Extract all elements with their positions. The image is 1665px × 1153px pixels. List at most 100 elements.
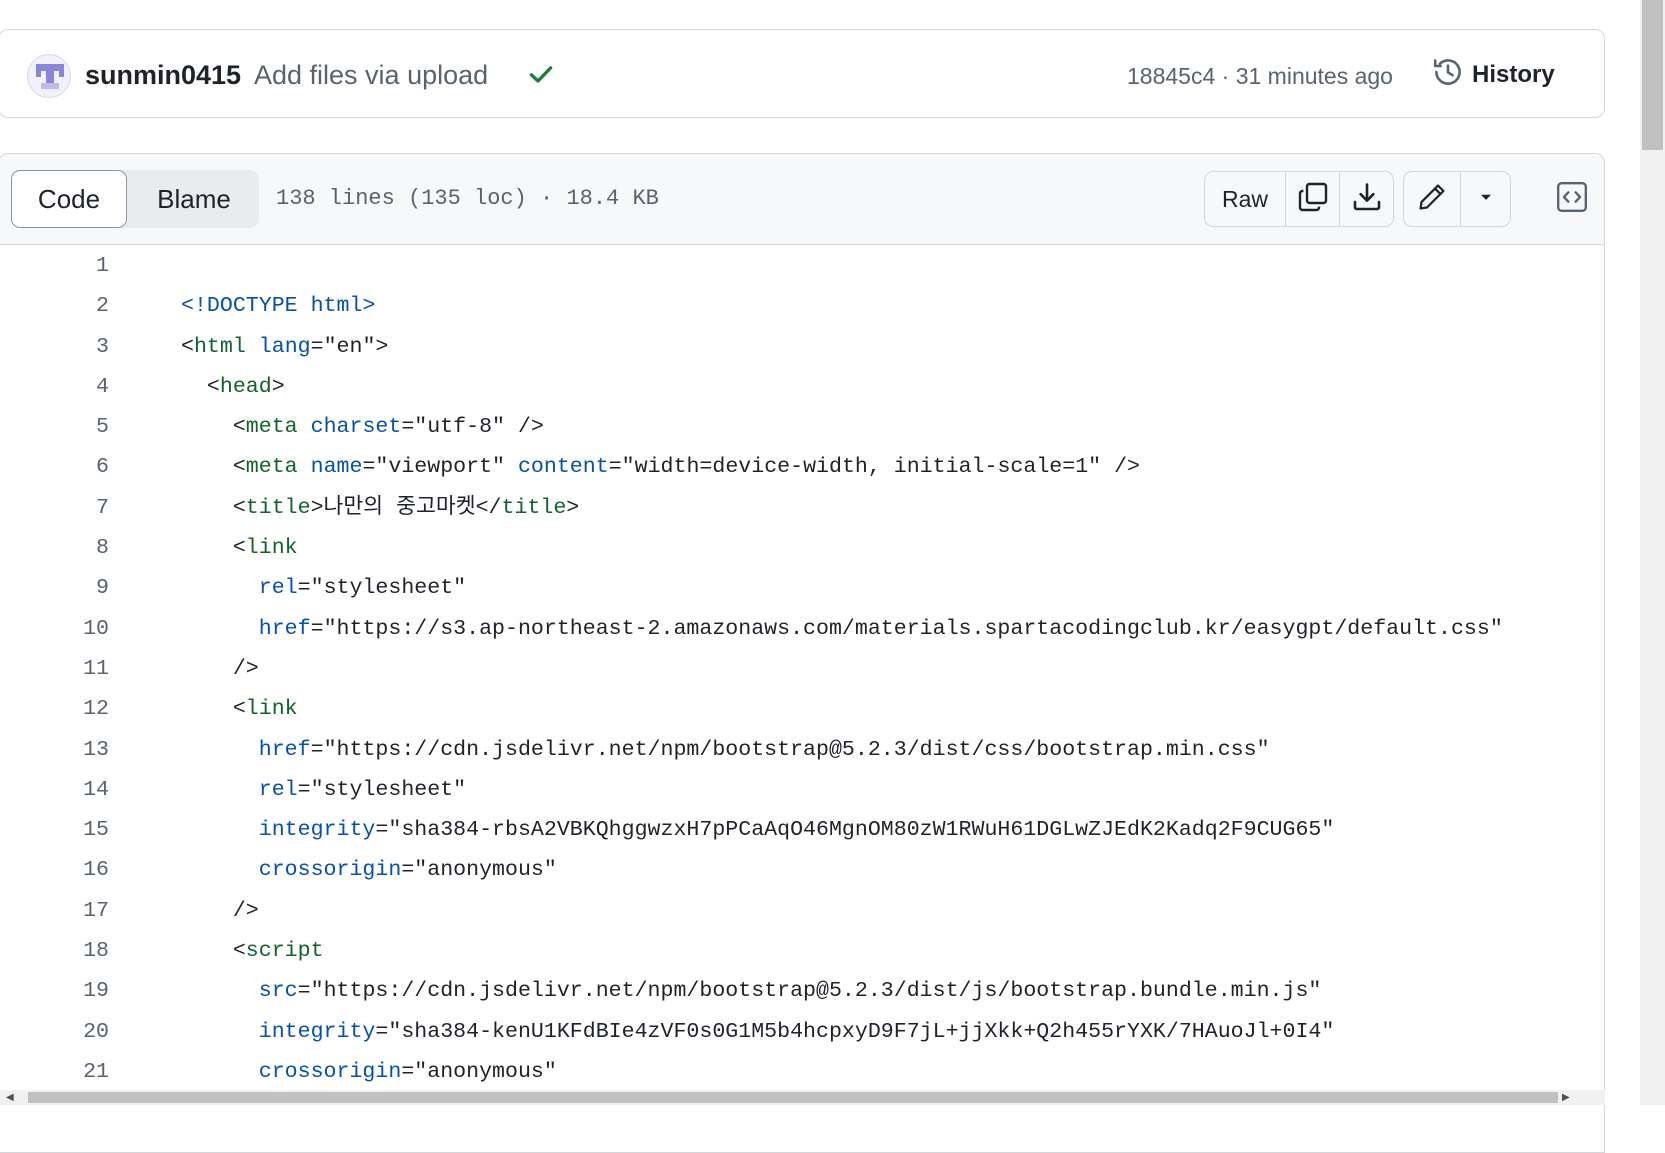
code-token: < (181, 455, 246, 480)
code-token: /> (181, 898, 259, 923)
code-line[interactable]: 14 rel="stylesheet" (0, 770, 1604, 810)
line-number[interactable]: 13 (0, 730, 109, 770)
code-line[interactable]: 9 rel="stylesheet" (0, 568, 1604, 608)
code-token: < (181, 536, 246, 561)
code-line[interactable]: 21 crossorigin="anonymous" (0, 1052, 1604, 1092)
code-line[interactable]: 12 <link (0, 689, 1604, 729)
code-line[interactable]: 20 integrity="sha384-kenU1KFdBIe4zVF0s0G… (0, 1012, 1604, 1052)
code-line[interactable]: 15 integrity="sha384-rbsA2VBKQhggwzxH7pP… (0, 810, 1604, 850)
symbols-panel-button[interactable] (1544, 171, 1600, 227)
code-line[interactable]: 2 <!DOCTYPE html> (0, 286, 1604, 326)
line-number[interactable]: 2 (0, 286, 109, 326)
commit-sha[interactable]: 18845c4 (1127, 63, 1215, 89)
code-token: link (245, 697, 298, 722)
more-edit-options-button[interactable] (1460, 172, 1510, 226)
code-line[interactable]: 4 <head> (0, 367, 1604, 407)
horizontal-scrollbar-thumb[interactable] (28, 1092, 1558, 1103)
code-token: href (258, 737, 311, 762)
commit-message[interactable]: Add files via upload (254, 60, 488, 91)
code-token: < (181, 495, 246, 520)
code-token: ="width=device-width, initial-scale=1" /… (608, 455, 1140, 480)
code-line[interactable]: 6 <meta name="viewport" content="width=d… (0, 447, 1604, 487)
file-view: Code Blame 138 lines (135 loc) · 18.4 KB… (0, 153, 1605, 1153)
line-number[interactable]: 21 (0, 1052, 109, 1092)
line-number[interactable]: 16 (0, 850, 109, 890)
code-view[interactable]: 1 2 <!DOCTYPE html> 3 <html lang="en"> 4 <hea… (0, 246, 1604, 1092)
line-number[interactable]: 11 (0, 649, 109, 689)
code-line[interactable]: 7 <title>나만의 중고마켓</title> (0, 488, 1604, 528)
code-line[interactable]: 5 <meta charset="utf-8" /> (0, 407, 1604, 447)
line-content: crossorigin="anonymous" (181, 1052, 557, 1092)
code-token: integrity (258, 1019, 376, 1044)
tab-blame[interactable]: Blame (129, 170, 259, 228)
line-content: <script (181, 931, 324, 971)
line-number[interactable]: 6 (0, 447, 109, 487)
code-line[interactable]: 3 <html lang="en"> (0, 327, 1604, 367)
history-icon (1432, 56, 1464, 95)
edit-file-button[interactable] (1404, 172, 1460, 226)
code-token: charset (310, 415, 402, 440)
line-number[interactable]: 5 (0, 407, 109, 447)
code-token: ="https://s3.ap-northeast-2.amazonaws.co… (310, 616, 1503, 641)
download-raw-button[interactable] (1339, 172, 1393, 226)
code-line[interactable]: 17 /> (0, 891, 1604, 931)
scroll-left-icon[interactable]: ◀ (6, 1092, 14, 1103)
line-content: <head> (181, 367, 285, 407)
code-line[interactable]: 18 <script (0, 931, 1604, 971)
line-number[interactable]: 20 (0, 1012, 109, 1052)
code-token: meta (245, 415, 298, 440)
commit-author[interactable]: sunmin0415 (85, 60, 241, 91)
separator: · (1215, 63, 1236, 89)
identicon-avatar-icon (36, 64, 64, 89)
vertical-scrollbar-thumb[interactable] (1642, 0, 1663, 150)
line-content: <link (181, 689, 298, 729)
line-number[interactable]: 8 (0, 528, 109, 568)
line-number[interactable]: 9 (0, 568, 109, 608)
copy-raw-button[interactable] (1285, 172, 1339, 226)
code-token: < (181, 939, 246, 964)
history-button[interactable]: History (1432, 57, 1555, 93)
line-content: src="https://cdn.jsdelivr.net/npm/bootst… (181, 971, 1322, 1011)
check-icon[interactable] (527, 60, 555, 93)
scroll-right-icon[interactable]: ▶ (1562, 1092, 1570, 1103)
line-number[interactable]: 15 (0, 810, 109, 850)
line-number[interactable]: 17 (0, 891, 109, 931)
code-line[interactable]: 16 crossorigin="anonymous" (0, 850, 1604, 890)
tab-code[interactable]: Code (11, 170, 127, 228)
vertical-scrollbar[interactable] (1640, 0, 1665, 1105)
code-token: head (219, 374, 272, 399)
line-content: integrity="sha384-rbsA2VBKQhggwzxH7pPCaA… (181, 810, 1335, 850)
line-number[interactable]: 10 (0, 609, 109, 649)
line-number[interactable]: 14 (0, 770, 109, 810)
line-number[interactable]: 1 (0, 246, 109, 286)
code-token: < (181, 415, 246, 440)
line-number[interactable]: 18 (0, 931, 109, 971)
line-number[interactable]: 7 (0, 488, 109, 528)
line-number[interactable]: 3 (0, 327, 109, 367)
line-number[interactable]: 19 (0, 971, 109, 1011)
code-token: ="https://cdn.jsdelivr.net/npm/bootstrap… (310, 737, 1270, 762)
raw-button[interactable]: Raw (1205, 172, 1285, 226)
line-number[interactable]: 4 (0, 367, 109, 407)
author-avatar[interactable] (27, 54, 71, 98)
code-line[interactable]: 11 /> (0, 649, 1604, 689)
code-token: > (566, 495, 580, 520)
code-line[interactable]: 13 href="https://cdn.jsdelivr.net/npm/bo… (0, 730, 1604, 770)
code-token: <!DOCTYPE html> (181, 294, 376, 319)
code-line[interactable]: 8 <link (0, 528, 1604, 568)
file-header: Code Blame 138 lines (135 loc) · 18.4 KB… (0, 154, 1604, 245)
code-line[interactable]: 1 (0, 246, 1604, 286)
code-token: ="en"> (310, 334, 389, 359)
line-number[interactable]: 12 (0, 689, 109, 729)
code-square-icon (1555, 180, 1589, 219)
code-token: meta (245, 455, 298, 480)
code-token: /> (181, 656, 259, 681)
code-line[interactable]: 19 src="https://cdn.jsdelivr.net/npm/boo… (0, 971, 1604, 1011)
latest-commit-bar: sunmin0415 Add files via upload 18845c4 … (0, 29, 1605, 118)
code-line[interactable]: 10 href="https://s3.ap-northeast-2.amazo… (0, 609, 1604, 649)
